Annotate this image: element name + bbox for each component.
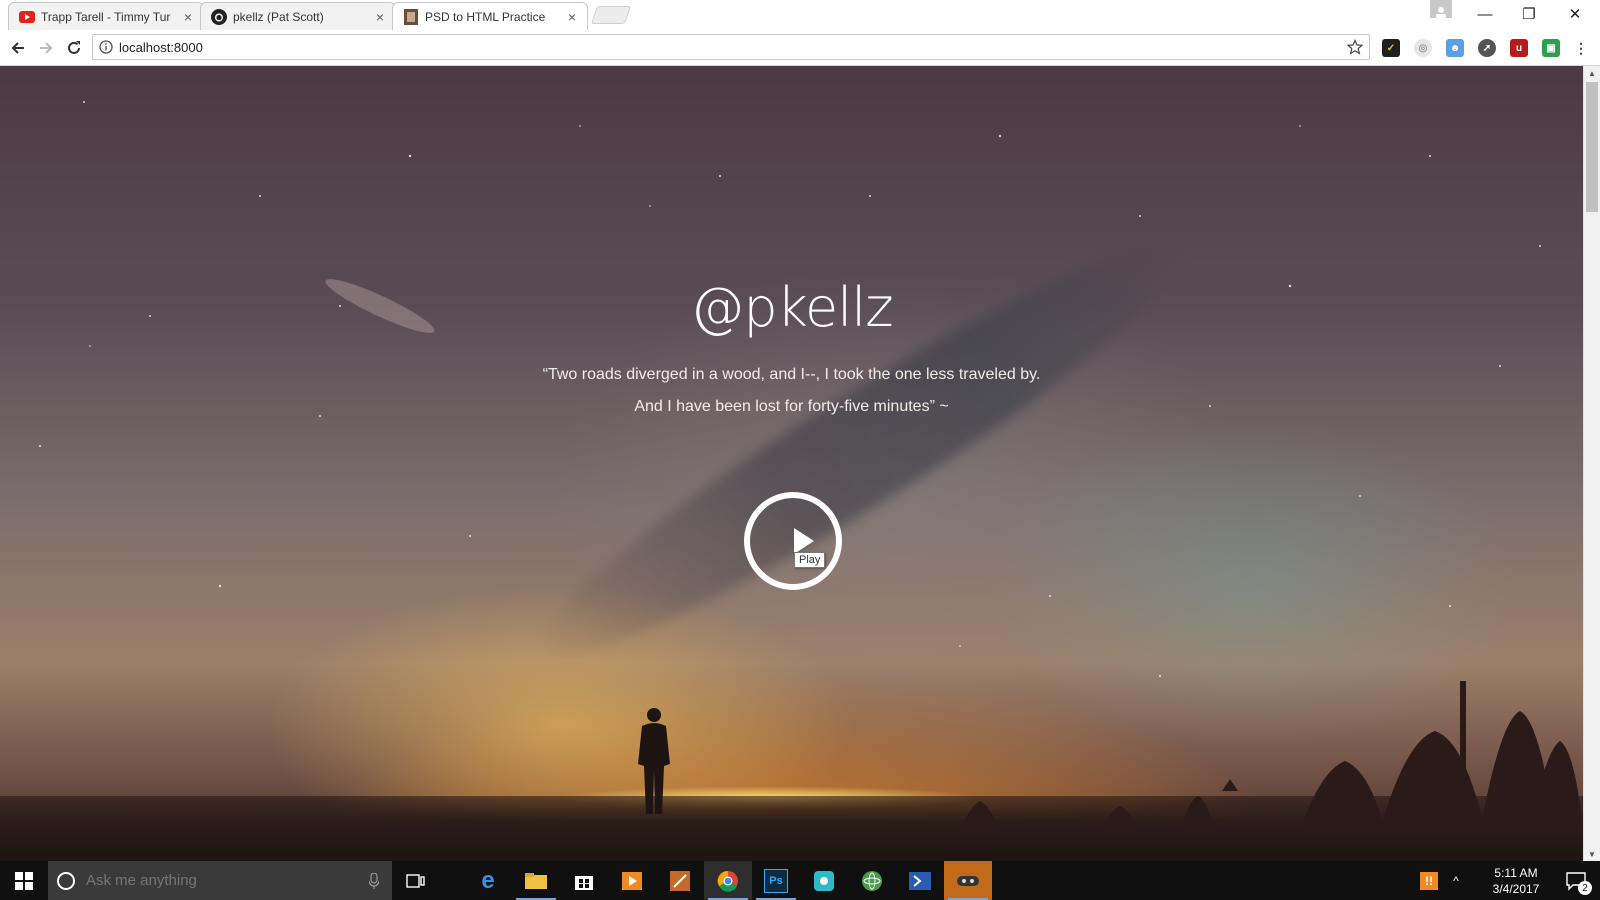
photoshop-icon[interactable]: Ps (752, 861, 800, 900)
start-button[interactable] (0, 861, 48, 900)
play-tooltip: Play (794, 552, 826, 568)
tab-close-icon[interactable]: × (565, 9, 579, 25)
cortana-search-box[interactable] (48, 861, 392, 900)
menu-icon[interactable]: ⋮ (1572, 39, 1590, 57)
person-silhouette (638, 708, 670, 814)
paint-icon[interactable] (656, 861, 704, 900)
minimize-button[interactable]: — (1462, 0, 1508, 28)
github-icon (211, 8, 227, 25)
youtube-icon (19, 9, 35, 25)
search-input[interactable] (84, 871, 356, 890)
bookmark-star-icon[interactable] (1341, 39, 1369, 55)
tab-close-icon[interactable]: × (181, 9, 195, 25)
screen-icon[interactable]: ▣ (1542, 39, 1560, 57)
tab-psd-practice[interactable]: PSD to HTML Practice × (392, 2, 588, 30)
tab-github[interactable]: pkellz (Pat Scott) × (200, 2, 396, 30)
clock-date: 3/4/2017 (1492, 882, 1540, 896)
forward-icon[interactable] (34, 36, 58, 60)
chevron-up-icon[interactable]: ^ (1444, 861, 1468, 900)
page-scrollbar[interactable]: ▲ ▼ (1583, 66, 1600, 861)
info-icon[interactable] (93, 40, 119, 54)
tab-title: PSD to HTML Practice (425, 9, 546, 24)
profile-icon[interactable] (1430, 0, 1452, 18)
play-icon (794, 528, 814, 554)
file-explorer-icon[interactable] (512, 861, 560, 900)
app-icon[interactable] (800, 861, 848, 900)
scroll-thumb[interactable] (1586, 82, 1598, 212)
cortana-icon (48, 871, 84, 891)
honey-icon[interactable]: ☻ (1446, 39, 1464, 57)
notification-app-icon[interactable]: !! (1416, 861, 1442, 900)
page-title: @pkellz (690, 276, 893, 339)
powershell-icon[interactable] (896, 861, 944, 900)
compass-icon[interactable]: ➚ (1478, 39, 1496, 57)
address-bar[interactable] (92, 34, 1370, 60)
tab-title: pkellz (Pat Scott) (233, 9, 324, 24)
shield-icon[interactable]: ◎ (1414, 39, 1432, 57)
store-icon[interactable] (560, 861, 608, 900)
page-viewport: @pkellz “Two roads diverged in a wood, a… (0, 66, 1583, 861)
notification-count: 2 (1578, 881, 1592, 895)
page-icon (403, 8, 419, 25)
url-input[interactable] (119, 39, 1341, 55)
scroll-down-icon[interactable]: ▼ (1584, 847, 1600, 861)
system-clock[interactable]: 5:11 AM 3/4/2017 (1478, 865, 1554, 897)
browser-toolbar: ✓ ◎ ☻ ➚ u ▣ ⋮ (0, 30, 1600, 66)
ublock-icon[interactable]: u (1510, 39, 1528, 57)
windows-taskbar: e Ps !! ^ 5:11 AM 3/4/2017 2 (0, 861, 1600, 900)
back-icon[interactable] (6, 36, 30, 60)
chrome-icon[interactable] (704, 861, 752, 900)
play-button[interactable] (744, 492, 842, 590)
action-center-icon[interactable]: 2 (1556, 861, 1596, 900)
new-tab-button[interactable] (590, 6, 632, 24)
tree-silhouettes (960, 681, 1583, 831)
close-window-button[interactable]: ✕ (1552, 0, 1598, 28)
microphone-icon[interactable] (356, 872, 392, 889)
quote-line-2: And I have been lost for forty-five minu… (634, 398, 949, 415)
media-player-icon[interactable] (608, 861, 656, 900)
game-icon[interactable] (944, 861, 992, 900)
restore-button[interactable]: ❐ (1506, 0, 1552, 28)
tab-close-icon[interactable]: × (373, 9, 387, 25)
tab-strip: Trapp Tarell - Timmy Tur × pkellz (Pat S… (0, 0, 1600, 30)
scroll-up-icon[interactable]: ▲ (1584, 66, 1600, 80)
norton-icon[interactable]: ✓ (1382, 39, 1400, 57)
task-view-icon[interactable] (392, 861, 440, 900)
quote-line-1: “Two roads diverged in a wood, and I--, … (542, 366, 1041, 383)
reload-icon[interactable] (62, 36, 86, 60)
tab-title: Trapp Tarell - Timmy Tur (41, 9, 171, 24)
edge-icon[interactable]: e (464, 861, 512, 900)
clock-time: 5:11 AM (1494, 866, 1538, 880)
atom-icon[interactable] (848, 861, 896, 900)
tab-youtube[interactable]: Trapp Tarell - Timmy Tur × (8, 2, 204, 30)
windows-icon (15, 871, 33, 890)
